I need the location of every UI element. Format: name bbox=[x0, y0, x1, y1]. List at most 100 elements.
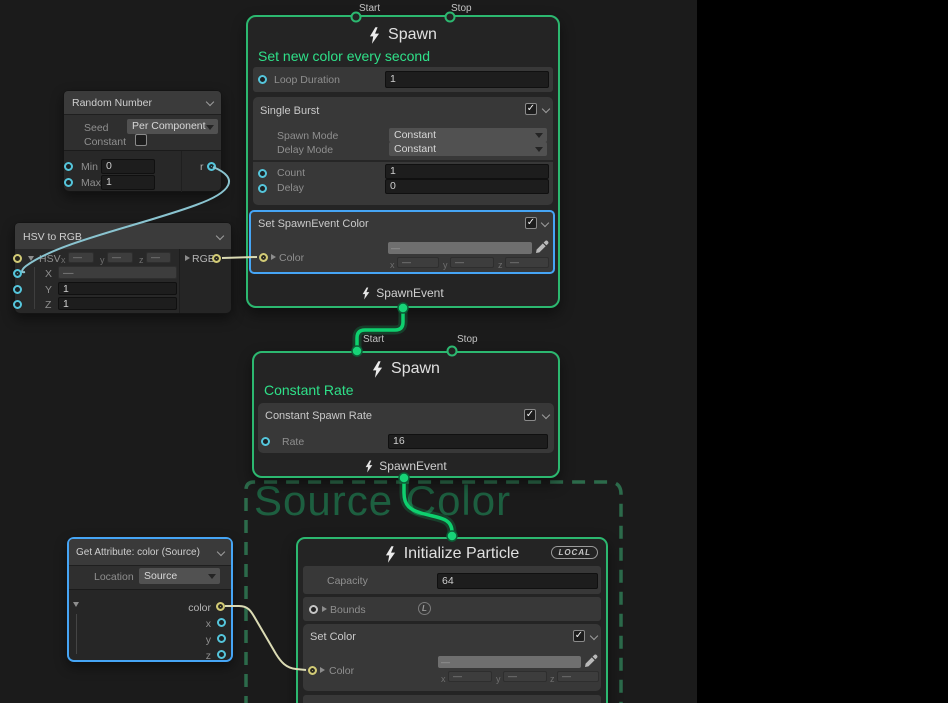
spawn-context-2[interactable]: Spawn Constant Rate Constant Spawn Rate … bbox=[252, 351, 560, 478]
block-enabled-checkbox[interactable]: ✓ bbox=[525, 217, 537, 229]
x-output-label: x bbox=[139, 618, 211, 630]
expander-right-icon[interactable] bbox=[320, 667, 325, 673]
chevron-down-icon[interactable] bbox=[217, 548, 225, 556]
local-badge: LOCAL bbox=[551, 546, 598, 559]
rate-port[interactable] bbox=[261, 437, 270, 446]
chevron-down-icon[interactable] bbox=[542, 105, 550, 113]
y-output-label: y bbox=[139, 634, 211, 646]
constant-spawn-rate-block[interactable]: Constant Spawn Rate ✓ Rate 16 bbox=[258, 403, 554, 453]
set-spawnevent-color-block[interactable]: Set SpawnEvent Color ✓ Color — x — y — z… bbox=[249, 210, 555, 274]
edge-getattribute-to-setcolor[interactable] bbox=[225, 606, 306, 670]
block-divider bbox=[253, 160, 553, 162]
next-block-partial bbox=[303, 695, 601, 703]
spawn-mode-dropdown[interactable]: Constant bbox=[389, 128, 547, 142]
loop-duration-port[interactable] bbox=[258, 75, 267, 84]
delay-mode-dropdown[interactable]: Constant bbox=[389, 142, 547, 156]
z-field[interactable]: 1 bbox=[58, 297, 177, 310]
expander-right-icon[interactable] bbox=[271, 254, 276, 260]
random-number-node[interactable]: Random Number Seed Per Component Constan… bbox=[63, 90, 222, 192]
lightning-icon bbox=[365, 460, 373, 473]
initialize-particle-context[interactable]: Initialize Particle LOCAL Capacity 64 Bo… bbox=[296, 537, 608, 703]
expander-down-icon[interactable] bbox=[73, 602, 79, 607]
spawnevent-label: SpawnEvent bbox=[376, 286, 443, 300]
delay-field[interactable]: 0 bbox=[385, 179, 549, 194]
color-x-subfield: — bbox=[448, 671, 492, 682]
y-field[interactable]: 1 bbox=[58, 282, 177, 295]
bounds-panel: Bounds L bbox=[303, 597, 601, 621]
block-title: Set Color bbox=[310, 631, 356, 643]
y-output-port[interactable] bbox=[217, 634, 226, 643]
max-field[interactable]: 1 bbox=[101, 175, 155, 190]
spawn-context-1[interactable]: Spawn Set new color every second Loop Du… bbox=[246, 15, 560, 308]
eyedropper-icon[interactable] bbox=[584, 654, 598, 668]
loop-duration-field[interactable]: 1 bbox=[385, 71, 549, 88]
context-title-row[interactable]: Spawn bbox=[254, 359, 558, 379]
color-swatch-field[interactable]: — bbox=[388, 242, 532, 254]
z-input-port[interactable] bbox=[13, 300, 22, 309]
min-input-port[interactable] bbox=[64, 162, 73, 171]
count-port[interactable] bbox=[258, 169, 267, 178]
chevron-down-icon[interactable] bbox=[216, 232, 224, 240]
delay-port[interactable] bbox=[258, 184, 267, 193]
block-title: Set SpawnEvent Color bbox=[258, 218, 369, 230]
chevron-down-icon[interactable] bbox=[541, 219, 549, 227]
color-label: Color bbox=[279, 252, 304, 264]
min-field[interactable]: 0 bbox=[101, 159, 155, 174]
hsv-to-rgb-titlebar[interactable]: HSV to RGB bbox=[15, 223, 231, 249]
chevron-down-icon[interactable] bbox=[542, 411, 550, 419]
rate-label: Rate bbox=[282, 436, 304, 448]
set-color-block[interactable]: Set Color ✓ Color — x — y — z — bbox=[303, 624, 601, 691]
context-sublabel: Set new color every second bbox=[258, 48, 430, 64]
x-output-port[interactable] bbox=[217, 618, 226, 627]
chevron-down-icon[interactable] bbox=[206, 98, 214, 106]
seed-dropdown[interactable]: Per Component bbox=[127, 119, 218, 134]
capacity-field[interactable]: 64 bbox=[437, 573, 598, 589]
block-enabled-checkbox[interactable]: ✓ bbox=[573, 630, 585, 642]
system-label: Source Color bbox=[254, 477, 511, 525]
expander-right-icon[interactable] bbox=[322, 606, 327, 612]
lightning-icon bbox=[372, 361, 383, 378]
vfx-graph-canvas[interactable]: Source Color Random Number Seed Per Comp… bbox=[0, 0, 948, 703]
hsv-y-subfield: — bbox=[107, 252, 133, 263]
constant-checkbox[interactable] bbox=[135, 134, 147, 146]
bounds-local-badge: L bbox=[418, 602, 431, 615]
get-attribute-titlebar[interactable]: Get Attribute: color (Source) bbox=[69, 539, 231, 565]
get-attribute-node[interactable]: Get Attribute: color (Source) Location S… bbox=[67, 537, 233, 662]
block-enabled-checkbox[interactable]: ✓ bbox=[524, 409, 536, 421]
context-title-row[interactable]: Spawn bbox=[248, 25, 558, 45]
hsv-to-rgb-node[interactable]: HSV to RGB HSV x — y — z — X — Y 1 Z 1 R… bbox=[14, 222, 232, 314]
capacity-panel: Capacity 64 bbox=[303, 566, 601, 594]
color-output-port[interactable] bbox=[216, 602, 225, 611]
location-dropdown[interactable]: Source bbox=[139, 568, 220, 584]
rate-field[interactable]: 16 bbox=[388, 434, 548, 449]
loop-duration-label: Loop Duration bbox=[274, 74, 340, 86]
single-burst-block[interactable]: Single Burst ✓ Spawn Mode Constant Delay… bbox=[253, 97, 553, 205]
expander-down-icon[interactable] bbox=[28, 256, 34, 261]
color-swatch-field[interactable]: — bbox=[438, 656, 581, 668]
y-input-port[interactable] bbox=[13, 285, 22, 294]
hsv-x-sublabel: x bbox=[61, 254, 66, 266]
x-input-port[interactable] bbox=[13, 269, 22, 278]
spawnevent-label: SpawnEvent bbox=[379, 459, 446, 473]
r-output-port[interactable] bbox=[207, 162, 216, 171]
context-sublabel: Constant Rate bbox=[264, 382, 354, 398]
chevron-down-icon[interactable] bbox=[590, 632, 598, 640]
x-label: X bbox=[45, 268, 52, 280]
random-number-titlebar[interactable]: Random Number bbox=[64, 91, 221, 114]
color-input-port[interactable] bbox=[308, 666, 317, 675]
bounds-label: Bounds bbox=[330, 604, 366, 616]
bounds-port[interactable] bbox=[309, 605, 318, 614]
hsv-y-sublabel: y bbox=[100, 254, 105, 266]
max-input-port[interactable] bbox=[64, 178, 73, 187]
max-label: Max bbox=[81, 177, 101, 189]
count-field[interactable]: 1 bbox=[385, 164, 549, 179]
block-title: Constant Spawn Rate bbox=[265, 410, 372, 422]
eyedropper-icon[interactable] bbox=[535, 240, 549, 254]
color-input-port[interactable] bbox=[259, 253, 268, 262]
z-output-port[interactable] bbox=[217, 650, 226, 659]
block-enabled-checkbox[interactable]: ✓ bbox=[525, 103, 537, 115]
hsv-input-port[interactable] bbox=[13, 254, 22, 263]
rgb-output-port[interactable] bbox=[212, 254, 221, 263]
io-divider bbox=[181, 151, 182, 192]
hsv-z-subfield: — bbox=[146, 252, 171, 263]
